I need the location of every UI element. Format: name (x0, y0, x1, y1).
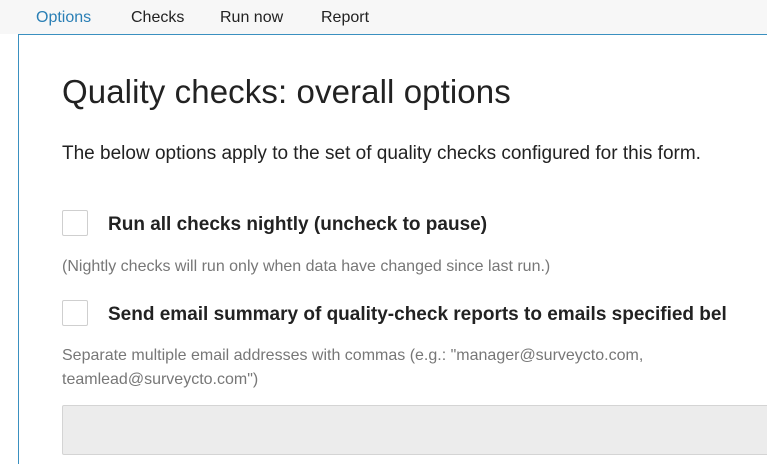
email-summary-checkbox[interactable] (62, 300, 88, 326)
page-intro: The below options apply to the set of qu… (62, 143, 701, 164)
email-help-line-2: teamlead@surveycto.com") (62, 371, 259, 388)
tab-run-now[interactable]: Run now (220, 9, 283, 27)
email-addresses-input[interactable] (62, 405, 767, 455)
nightly-checks-label[interactable]: Run all checks nightly (uncheck to pause… (108, 214, 487, 236)
nightly-checks-help: (Nightly checks will run only when data … (62, 258, 551, 275)
page-title: Quality checks: overall options (62, 73, 511, 110)
nightly-checks-checkbox[interactable] (62, 210, 88, 236)
email-help-line-1: Separate multiple email addresses with c… (62, 347, 644, 364)
top-tab-bar: Options Checks Run now Report (0, 0, 767, 34)
tab-report[interactable]: Report (321, 9, 369, 27)
tab-options[interactable]: Options (36, 9, 91, 27)
tab-checks[interactable]: Checks (131, 9, 184, 27)
email-summary-label[interactable]: Send email summary of quality-check repo… (108, 304, 727, 326)
